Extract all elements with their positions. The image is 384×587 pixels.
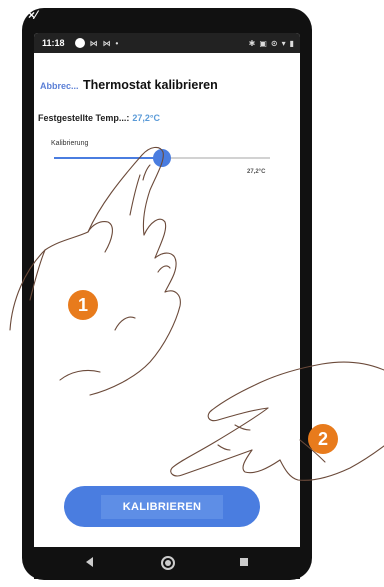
calibration-slider[interactable] <box>54 149 270 167</box>
status-time: 11:18 <box>42 38 65 48</box>
record-icon <box>74 38 85 48</box>
nav-back-icon[interactable] <box>86 557 93 567</box>
status-bar: 11:18 ⋈ ⋈ • ✱ ▣ ⊙ ▾ ▮ <box>34 33 300 53</box>
close-tilde-icon: ×⁄ <box>28 8 38 22</box>
nav-home-icon[interactable] <box>161 556 175 570</box>
signal-icon: ▣ <box>259 38 267 48</box>
message-icon: ⋈ <box>102 38 111 48</box>
step-badge-2: 2 <box>308 424 338 454</box>
calibrate-button[interactable]: KALIBRIEREN <box>64 486 260 527</box>
app-header: Abbrec... Thermostat kalibrieren <box>34 77 300 97</box>
battery-icon: ▮ <box>289 38 294 48</box>
step-badge-1: 1 <box>68 290 98 320</box>
message-icon: ⋈ <box>89 38 98 48</box>
measured-temperature: Festgestellte Temp...: 27,2°C <box>38 113 160 123</box>
page-title: Thermostat kalibrieren <box>83 78 218 92</box>
phone-frame: ×⁄ 11:18 ⋈ ⋈ • ✱ ▣ ⊙ ▾ ▮ Abbrec... Therm… <box>22 8 312 580</box>
cancel-link[interactable]: Abbrec... <box>40 81 79 91</box>
bluetooth-icon: ✱ <box>248 38 256 48</box>
dot-icon: • <box>115 38 119 48</box>
status-left-icons: ⋈ ⋈ • <box>74 38 119 48</box>
measured-temperature-label: Festgestellte Temp...: <box>38 113 130 123</box>
calibration-slider-fill <box>54 157 162 159</box>
signal-icon: ⊙ <box>270 38 278 48</box>
app-screen: 11:18 ⋈ ⋈ • ✱ ▣ ⊙ ▾ ▮ Abbrec... Thermost… <box>34 33 300 547</box>
calibration-value: 27,2°C <box>247 169 266 175</box>
status-right-icons: ✱ ▣ ⊙ ▾ ▮ <box>249 39 294 48</box>
wifi-icon: ▾ <box>281 38 286 48</box>
calibration-label: Kalibrierung <box>51 140 89 147</box>
calibration-slider-thumb[interactable] <box>153 149 171 167</box>
calibrate-button-label: KALIBRIEREN <box>100 494 224 519</box>
measured-temperature-value: 27,2°C <box>132 113 160 123</box>
nav-recent-icon[interactable] <box>240 558 248 566</box>
android-nav-bar <box>34 547 300 579</box>
